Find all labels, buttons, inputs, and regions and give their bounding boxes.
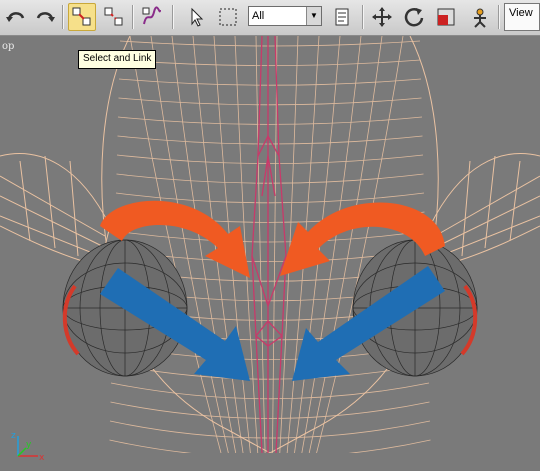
- toolbar-separator: [362, 5, 363, 29]
- select-and-scale-icon: [437, 8, 455, 26]
- wireframe-mesh: [0, 35, 540, 458]
- redo-icon: [36, 12, 55, 22]
- unlink-selection-button[interactable]: [100, 3, 128, 31]
- select-and-move-icon: [372, 7, 392, 27]
- toolbar-separator: [172, 5, 173, 29]
- axis-tripod: z x y: [8, 426, 48, 466]
- select-and-scale-button[interactable]: [432, 3, 460, 31]
- select-and-manipulate-icon: [474, 8, 486, 28]
- bind-to-space-warp-button[interactable]: [138, 3, 166, 31]
- reference-coordinate-dropdown[interactable]: View: [504, 3, 540, 31]
- axis-label-y: y: [26, 440, 32, 450]
- bind-to-space-warp-icon: [142, 6, 161, 25]
- rectangular-selection-button[interactable]: [214, 3, 242, 31]
- viewport-label[interactable]: op: [2, 41, 14, 52]
- select-by-name-icon: [335, 8, 349, 26]
- undo-button[interactable]: [2, 3, 30, 31]
- select-and-rotate-icon: [404, 8, 424, 27]
- axis-label-x: x: [39, 453, 45, 463]
- select-and-link-icon: [72, 7, 91, 26]
- select-by-name-button[interactable]: [328, 3, 356, 31]
- undo-icon: [6, 12, 25, 22]
- chevron-down-icon: ▼: [306, 7, 321, 25]
- select-object-icon: [191, 7, 204, 27]
- select-and-link-tooltip: Select and Link: [78, 50, 157, 69]
- toolbar-separator: [132, 5, 133, 29]
- toolbar-separator: [498, 5, 499, 29]
- front-viewport[interactable]: z x y: [0, 35, 540, 463]
- rectangular-selection-icon: [219, 8, 237, 26]
- select-and-manipulate-button[interactable]: [466, 3, 494, 31]
- redo-button[interactable]: [31, 3, 59, 31]
- toolbar-separator: [62, 5, 63, 29]
- axis-label-z: z: [11, 431, 16, 441]
- select-and-link-button[interactable]: [68, 3, 96, 31]
- select-and-rotate-button[interactable]: [400, 3, 428, 31]
- select-and-move-button[interactable]: [368, 3, 396, 31]
- select-object-button[interactable]: [182, 3, 210, 31]
- unlink-selection-icon: [104, 7, 123, 26]
- main-toolbar: All ▼ View: [0, 0, 540, 36]
- reference-coordinate-value: View: [509, 7, 533, 19]
- selection-filter-value: All: [252, 10, 265, 22]
- selection-filter-dropdown[interactable]: All ▼: [248, 6, 322, 26]
